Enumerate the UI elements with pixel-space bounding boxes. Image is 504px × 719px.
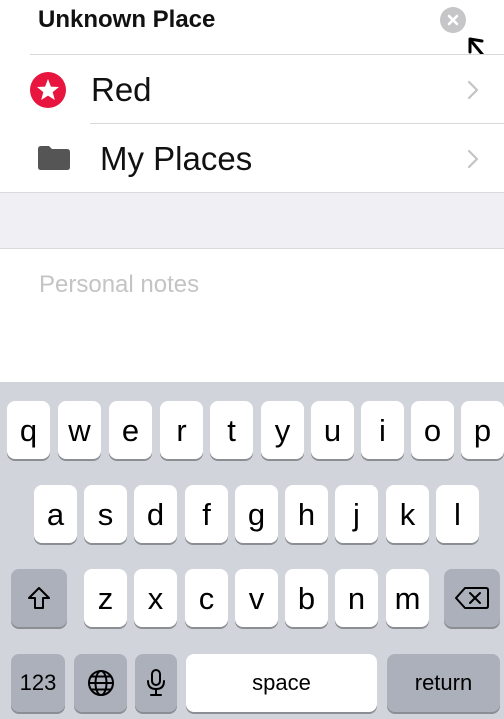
space-key[interactable]: space [186, 654, 377, 712]
key-q[interactable]: q [7, 401, 50, 459]
chevron-right-icon [467, 80, 479, 100]
clear-x-icon [447, 14, 459, 26]
key-y[interactable]: y [261, 401, 304, 459]
key-h[interactable]: h [285, 485, 328, 543]
key-k[interactable]: k [386, 485, 429, 543]
key-w[interactable]: w [58, 401, 101, 459]
row-label: My Places [100, 140, 253, 177]
key-o[interactable]: o [411, 401, 454, 459]
key-m[interactable]: m [386, 569, 429, 627]
chevron-right-icon [467, 149, 479, 169]
red-star-badge-icon [30, 72, 66, 108]
list-row-red[interactable]: Red [0, 55, 504, 123]
key-i[interactable]: i [361, 401, 404, 459]
key-c[interactable]: c [185, 569, 228, 627]
key-a[interactable]: a [34, 485, 77, 543]
personal-notes-field[interactable]: Personal notes [0, 250, 504, 382]
key-z[interactable]: z [84, 569, 127, 627]
place-name-row: Unknown Place [0, 0, 504, 80]
key-r[interactable]: r [160, 401, 203, 459]
return-key[interactable]: return [387, 654, 500, 712]
key-b[interactable]: b [285, 569, 328, 627]
globe-key[interactable] [74, 654, 127, 712]
folder-icon [38, 146, 70, 170]
list-row-my-places[interactable]: My Places [0, 124, 504, 192]
key-d[interactable]: d [134, 485, 177, 543]
numbers-key[interactable]: 123 [11, 654, 65, 712]
globe-icon [87, 670, 114, 696]
shift-arrow-icon [28, 587, 50, 609]
key-n[interactable]: n [335, 569, 378, 627]
key-e[interactable]: e [109, 401, 152, 459]
key-u[interactable]: u [311, 401, 354, 459]
dictation-key[interactable] [135, 654, 177, 712]
shift-key[interactable] [11, 569, 67, 627]
key-t[interactable]: t [210, 401, 253, 459]
key-j[interactable]: j [335, 485, 378, 543]
keyboard: q w e r t y u i o p a s d f g h j k l z … [0, 382, 504, 719]
notes-placeholder: Personal notes [39, 271, 200, 298]
key-l[interactable]: l [436, 485, 479, 543]
backspace-key[interactable] [444, 569, 500, 627]
place-name-field[interactable]: Unknown Place [38, 4, 215, 36]
key-s[interactable]: s [84, 485, 127, 543]
key-f[interactable]: f [185, 485, 228, 543]
key-g[interactable]: g [235, 485, 278, 543]
key-p[interactable]: p [461, 401, 504, 459]
key-v[interactable]: v [235, 569, 278, 627]
clear-text-button[interactable] [440, 7, 466, 33]
key-x[interactable]: x [134, 569, 177, 627]
section-gap [0, 192, 504, 249]
row-label: Red [91, 71, 152, 108]
backspace-icon [455, 587, 489, 609]
microphone-icon [147, 669, 165, 696]
